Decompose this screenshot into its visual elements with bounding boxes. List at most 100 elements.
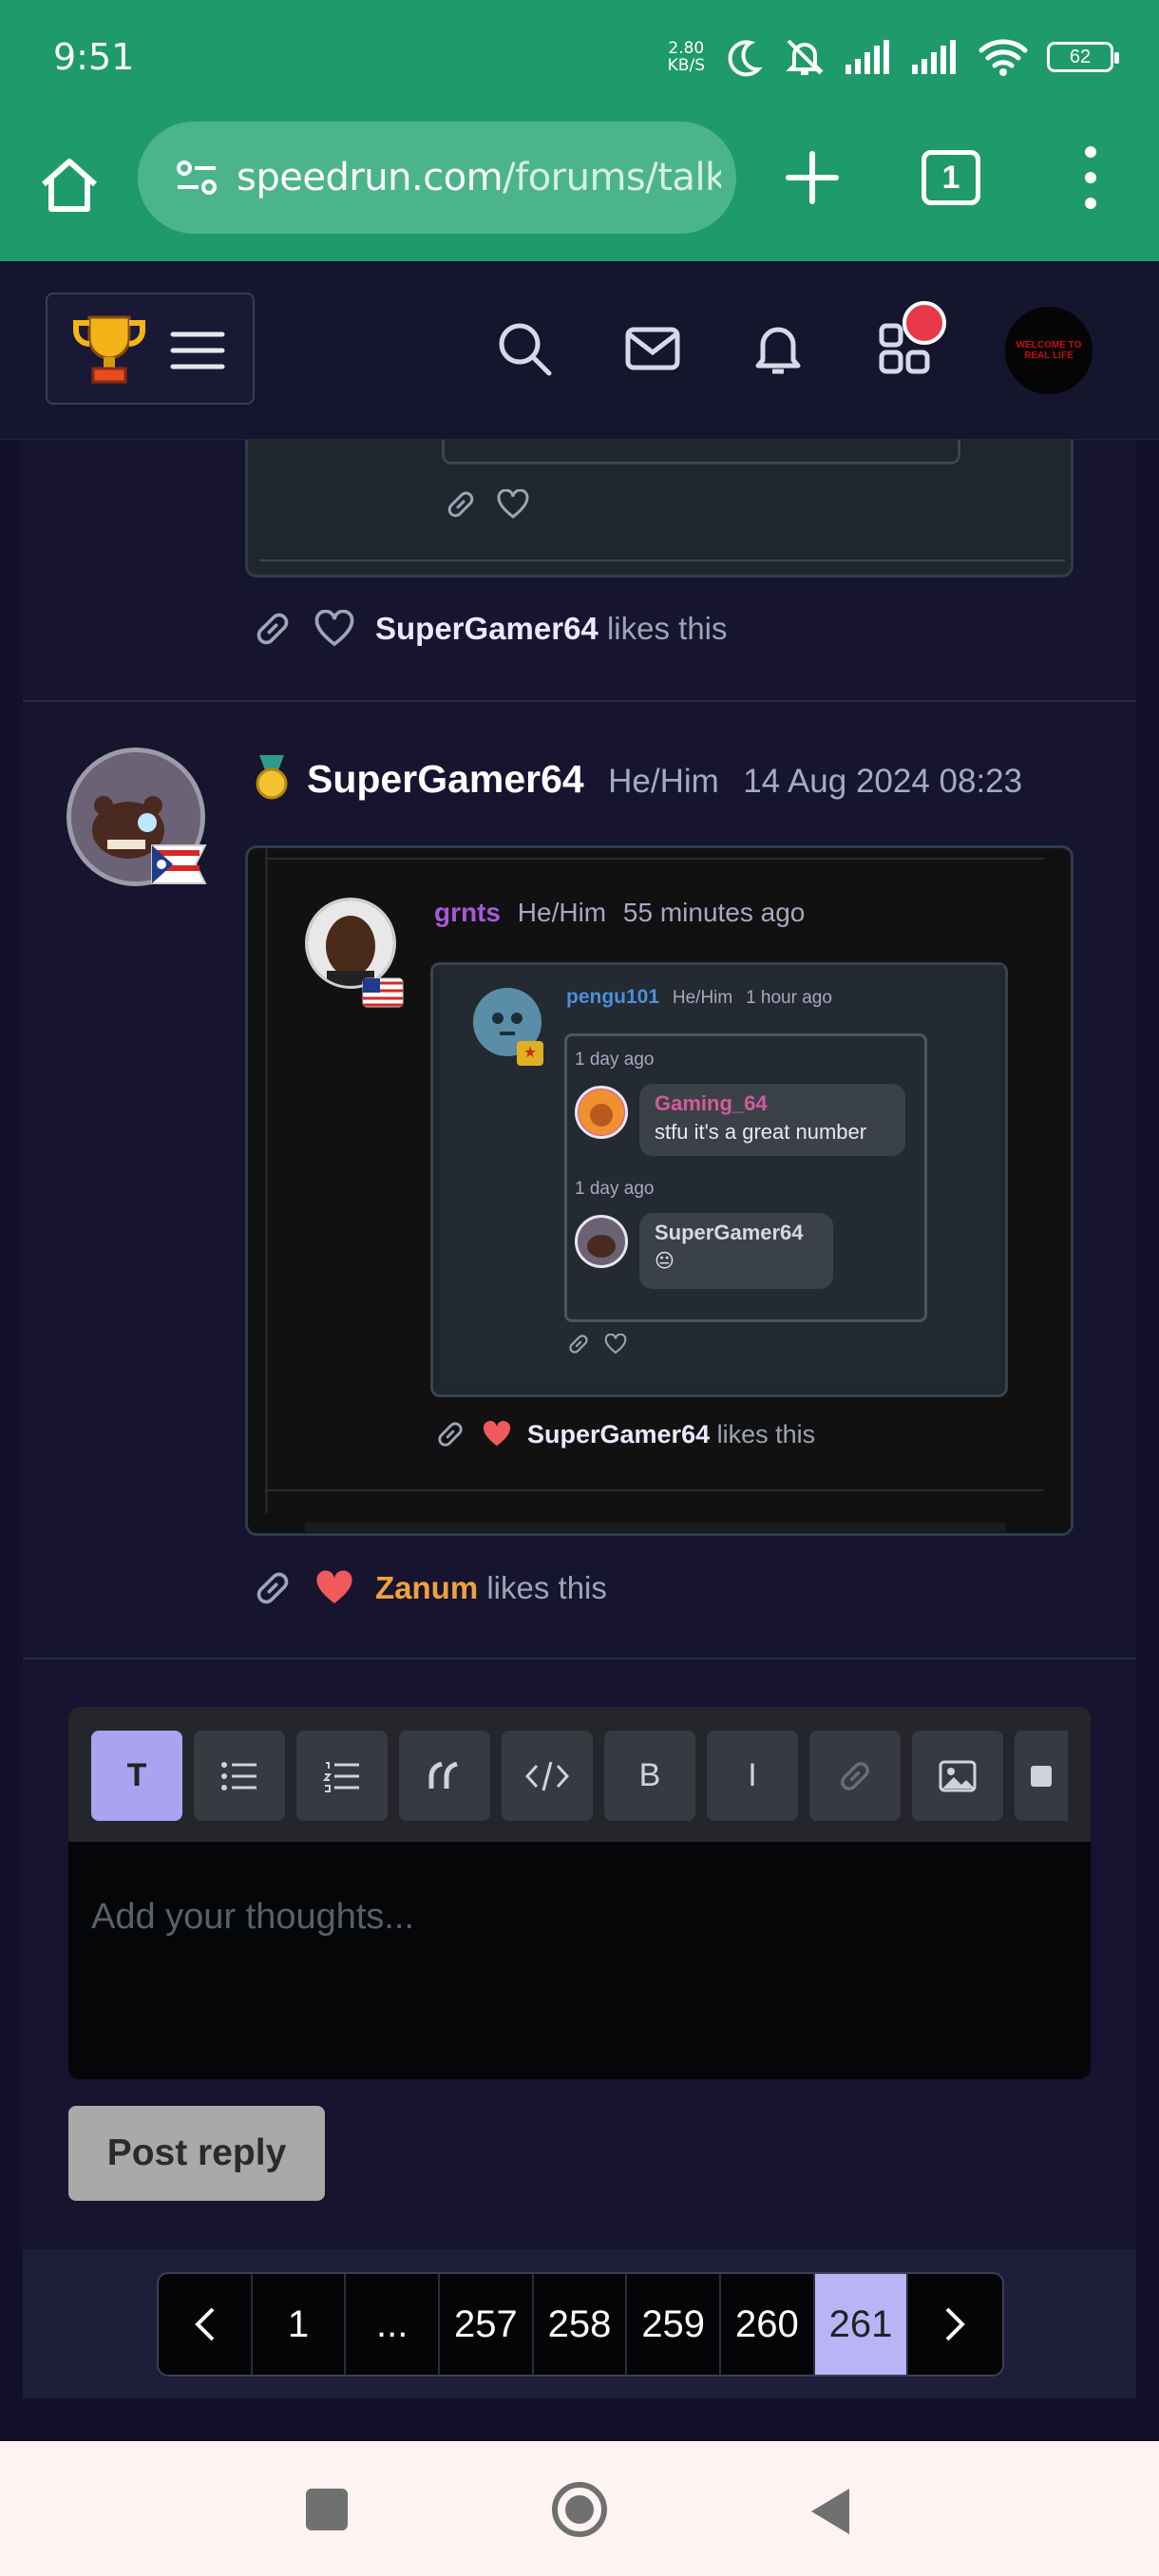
- site-settings-icon[interactable]: [176, 159, 218, 197]
- divider: [265, 1489, 1044, 1491]
- next-page-button[interactable]: [908, 2274, 1002, 2375]
- like-username[interactable]: SuperGamer64: [527, 1420, 710, 1449]
- bell-icon[interactable]: [748, 318, 808, 379]
- text-format-button[interactable]: T: [91, 1731, 182, 1821]
- quote-time: 55 minutes ago: [622, 898, 806, 927]
- previous-page-button[interactable]: [159, 2274, 253, 2375]
- url-host: speedrun.com: [237, 156, 504, 199]
- post-author-name[interactable]: SuperGamer64: [307, 757, 584, 801]
- nested-header: pengu101 He/Him 1 hour ago: [566, 986, 832, 1009]
- heart-icon[interactable]: [314, 610, 354, 648]
- link-icon[interactable]: [252, 1567, 294, 1609]
- china-flag-icon: ★: [517, 1041, 543, 1066]
- page-button[interactable]: 257: [440, 2274, 534, 2375]
- cat-avatar-icon: [579, 1089, 624, 1135]
- medal-icon: [256, 755, 288, 800]
- quote-button[interactable]: [399, 1731, 490, 1821]
- home-icon[interactable]: [36, 152, 103, 218]
- usa-flag-icon: [362, 977, 404, 1008]
- heart-icon[interactable]: [497, 489, 529, 520]
- post-likes: Zanum likes this: [252, 1567, 607, 1609]
- site-menu-button[interactable]: [46, 293, 255, 405]
- tab-switcher-button[interactable]: 1: [922, 150, 980, 205]
- quote-author-name[interactable]: grnts: [434, 898, 501, 927]
- message-avatar[interactable]: [575, 1215, 628, 1268]
- like-suffix: likes this: [606, 611, 728, 646]
- page-button[interactable]: 258: [534, 2274, 628, 2375]
- message-avatar[interactable]: [575, 1086, 628, 1139]
- nested-quote: ★ pengu101 He/Him 1 hour ago 1 day ago G…: [430, 962, 1008, 1397]
- network-speed: 2.80 KB/S: [668, 40, 705, 74]
- heart-icon[interactable]: [604, 1334, 627, 1354]
- image-icon: [939, 1760, 977, 1791]
- like-suffix: likes this: [716, 1419, 816, 1449]
- network-speed-unit: KB/S: [667, 56, 705, 75]
- message-bubble: SuperGamer64 😐: [639, 1213, 833, 1289]
- reply-editor: T B I Add your thoughts...: [68, 1707, 1091, 2079]
- url-text: speedrun.com/forums/talk: [237, 156, 721, 199]
- link-icon[interactable]: [252, 608, 294, 650]
- pagination: 1 ... 257 258 259 260 261: [157, 2272, 1004, 2377]
- quote-author-pronouns: He/Him: [517, 898, 607, 927]
- heart-filled-icon[interactable]: [482, 1420, 512, 1449]
- quote-icon: [428, 1761, 458, 1789]
- bold-button[interactable]: B: [604, 1731, 695, 1821]
- like-username[interactable]: Zanum: [375, 1570, 478, 1605]
- link-icon[interactable]: [444, 487, 478, 521]
- like-suffix: likes this: [486, 1570, 607, 1605]
- like-username[interactable]: SuperGamer64: [375, 611, 598, 646]
- url-path: /forums/talk: [503, 156, 721, 199]
- code-button[interactable]: [502, 1731, 593, 1821]
- heart-filled-icon[interactable]: [314, 1569, 354, 1607]
- page-button[interactable]: 260: [721, 2274, 815, 2375]
- message-time: 1 day ago: [575, 1179, 655, 1199]
- person-avatar-icon: [308, 900, 393, 986]
- more-format-button[interactable]: [1015, 1731, 1068, 1821]
- new-tab-icon[interactable]: [779, 144, 846, 211]
- link-icon[interactable]: [566, 1332, 591, 1356]
- user-avatar[interactable]: WELCOME TO REAL LIFE: [1005, 307, 1092, 394]
- post-reply-button[interactable]: Post reply: [68, 2106, 325, 2201]
- quote-likes: SuperGamer64 likes this: [434, 1418, 815, 1450]
- chevron-right-icon: [945, 2307, 965, 2341]
- numbered-list-icon: [323, 1761, 359, 1792]
- more-options-icon[interactable]: [1069, 142, 1112, 213]
- current-page-button[interactable]: 261: [814, 2274, 909, 2375]
- back-icon[interactable]: [808, 2487, 853, 2536]
- message-time: 1 day ago: [575, 1050, 655, 1070]
- numbered-list-button[interactable]: [296, 1731, 388, 1821]
- address-bar[interactable]: speedrun.com/forums/talk: [138, 122, 736, 234]
- page-button[interactable]: 1: [253, 2274, 347, 2375]
- post-divider: [23, 1657, 1136, 1659]
- previous-post-likes: SuperGamer64 likes this: [252, 608, 728, 650]
- mail-icon[interactable]: [622, 318, 683, 379]
- recents-icon[interactable]: [306, 2489, 348, 2530]
- bullet-list-button[interactable]: [194, 1731, 285, 1821]
- search-icon[interactable]: [494, 318, 555, 379]
- battery-icon: 62: [1047, 42, 1119, 72]
- square-icon: [1031, 1765, 1052, 1787]
- image-button[interactable]: [912, 1731, 1003, 1821]
- status-icons: 2.80 KB/S 62: [668, 32, 1119, 82]
- link-button[interactable]: [809, 1731, 901, 1821]
- page-button[interactable]: 259: [627, 2274, 722, 2375]
- quote-header: grnts He/Him 55 minutes ago: [434, 898, 805, 928]
- inner-quote: 1 day ago Gaming_64 stfu it's a great nu…: [564, 1033, 927, 1322]
- nested-author-pronouns: He/Him: [672, 988, 733, 1008]
- link-icon[interactable]: [434, 1418, 466, 1450]
- bullet-list-icon: [221, 1761, 256, 1790]
- status-time: 9:51: [53, 36, 135, 78]
- nested-author-name[interactable]: pengu101: [566, 986, 659, 1008]
- post-author-pronouns: He/Him: [608, 763, 719, 800]
- message-author[interactable]: Gaming_64: [655, 1091, 890, 1116]
- quote-author-avatar[interactable]: [305, 898, 396, 989]
- divider: [265, 858, 1044, 860]
- home-nav-icon[interactable]: [551, 2481, 608, 2538]
- message-author[interactable]: SuperGamer64: [655, 1221, 818, 1245]
- trophy-logo-icon: [73, 315, 145, 384]
- italic-button[interactable]: I: [707, 1731, 798, 1821]
- hamburger-menu-icon: [170, 331, 225, 369]
- reply-input[interactable]: Add your thoughts...: [91, 1897, 414, 1938]
- editor-toolbar: T B I: [68, 1707, 1091, 1842]
- message-text: stfu it's a great number: [655, 1120, 867, 1144]
